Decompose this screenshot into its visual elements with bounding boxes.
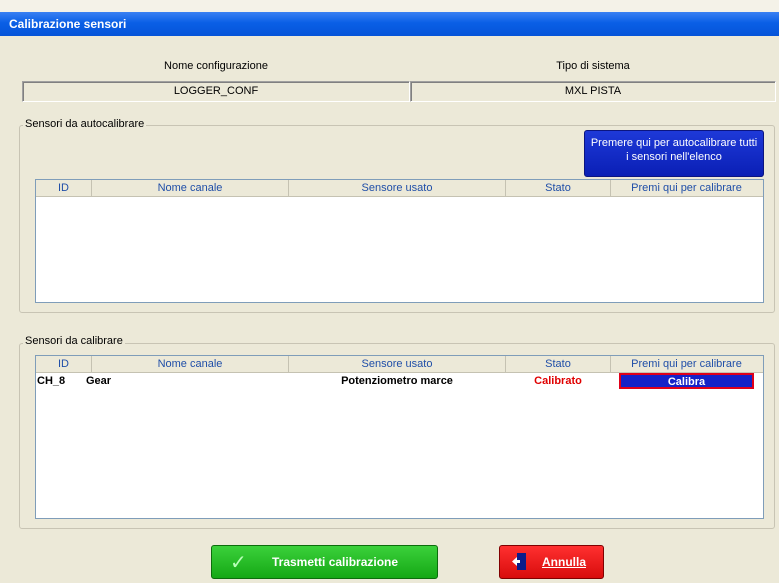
column-sensore-usato[interactable]: Sensore usato xyxy=(289,356,506,372)
autocalibrate-list-header: ID Nome canale Sensore usato Stato Premi… xyxy=(36,180,763,197)
autocalibrate-list[interactable]: ID Nome canale Sensore usato Stato Premi… xyxy=(35,179,764,303)
column-premi[interactable]: Premi qui per calibrare xyxy=(611,356,762,372)
annulla-button[interactable]: Annulla xyxy=(499,545,604,579)
calibrate-group-title: Sensori da calibrare xyxy=(23,335,125,347)
annulla-label: Annulla xyxy=(542,555,586,569)
autocalibrate-all-button[interactable]: Premere qui per autocalibrare tutti i se… xyxy=(584,130,764,177)
column-id[interactable]: ID xyxy=(36,356,92,372)
trasmetti-calibrazione-button[interactable]: ✓ Trasmetti calibrazione xyxy=(211,545,438,579)
column-premi[interactable]: Premi qui per calibrare xyxy=(611,180,762,196)
calibration-window: Calibrazione sensori Nome configurazione… xyxy=(0,0,779,583)
row-stato: Calibrato xyxy=(534,375,582,387)
autocalibrate-button-line1: Premere qui per autocalibrare tutti xyxy=(590,137,758,149)
top-strip xyxy=(0,0,779,12)
row-nome-canale: Gear xyxy=(86,375,112,387)
tipo-sistema-field: MXL PISTA xyxy=(410,81,776,102)
column-nome-canale[interactable]: Nome canale xyxy=(92,180,289,196)
column-id[interactable]: ID xyxy=(36,180,92,196)
calibra-button[interactable]: Calibra xyxy=(619,373,754,389)
tipo-sistema-label: Tipo di sistema xyxy=(556,60,630,72)
nome-configurazione-label: Nome configurazione xyxy=(164,60,268,72)
autocalibrate-button-line2: i sensori nell'elenco xyxy=(626,151,722,163)
column-stato[interactable]: Stato xyxy=(506,180,611,196)
autocalibrate-group-title: Sensori da autocalibrare xyxy=(23,118,147,130)
trasmetti-label: Trasmetti calibrazione xyxy=(272,555,399,569)
column-nome-canale[interactable]: Nome canale xyxy=(92,356,289,372)
title-bar[interactable]: Calibrazione sensori xyxy=(0,12,779,36)
calibrate-list-header: ID Nome canale Sensore usato Stato Premi… xyxy=(36,356,763,373)
column-stato[interactable]: Stato xyxy=(506,356,611,372)
column-sensore-usato[interactable]: Sensore usato xyxy=(289,180,506,196)
row-id: CH_8 xyxy=(37,375,66,387)
calibrate-list[interactable]: ID Nome canale Sensore usato Stato Premi… xyxy=(35,355,764,519)
checkmark-icon: ✓ xyxy=(230,552,247,574)
nome-configurazione-field: LOGGER_CONF xyxy=(22,81,410,102)
row-sensore-usato: Potenziometro marce xyxy=(341,375,453,387)
window-title: Calibrazione sensori xyxy=(9,17,127,31)
table-row[interactable]: CH_8 Gear Potenziometro marce Calibrato … xyxy=(36,373,763,389)
exit-door-icon xyxy=(512,553,526,570)
